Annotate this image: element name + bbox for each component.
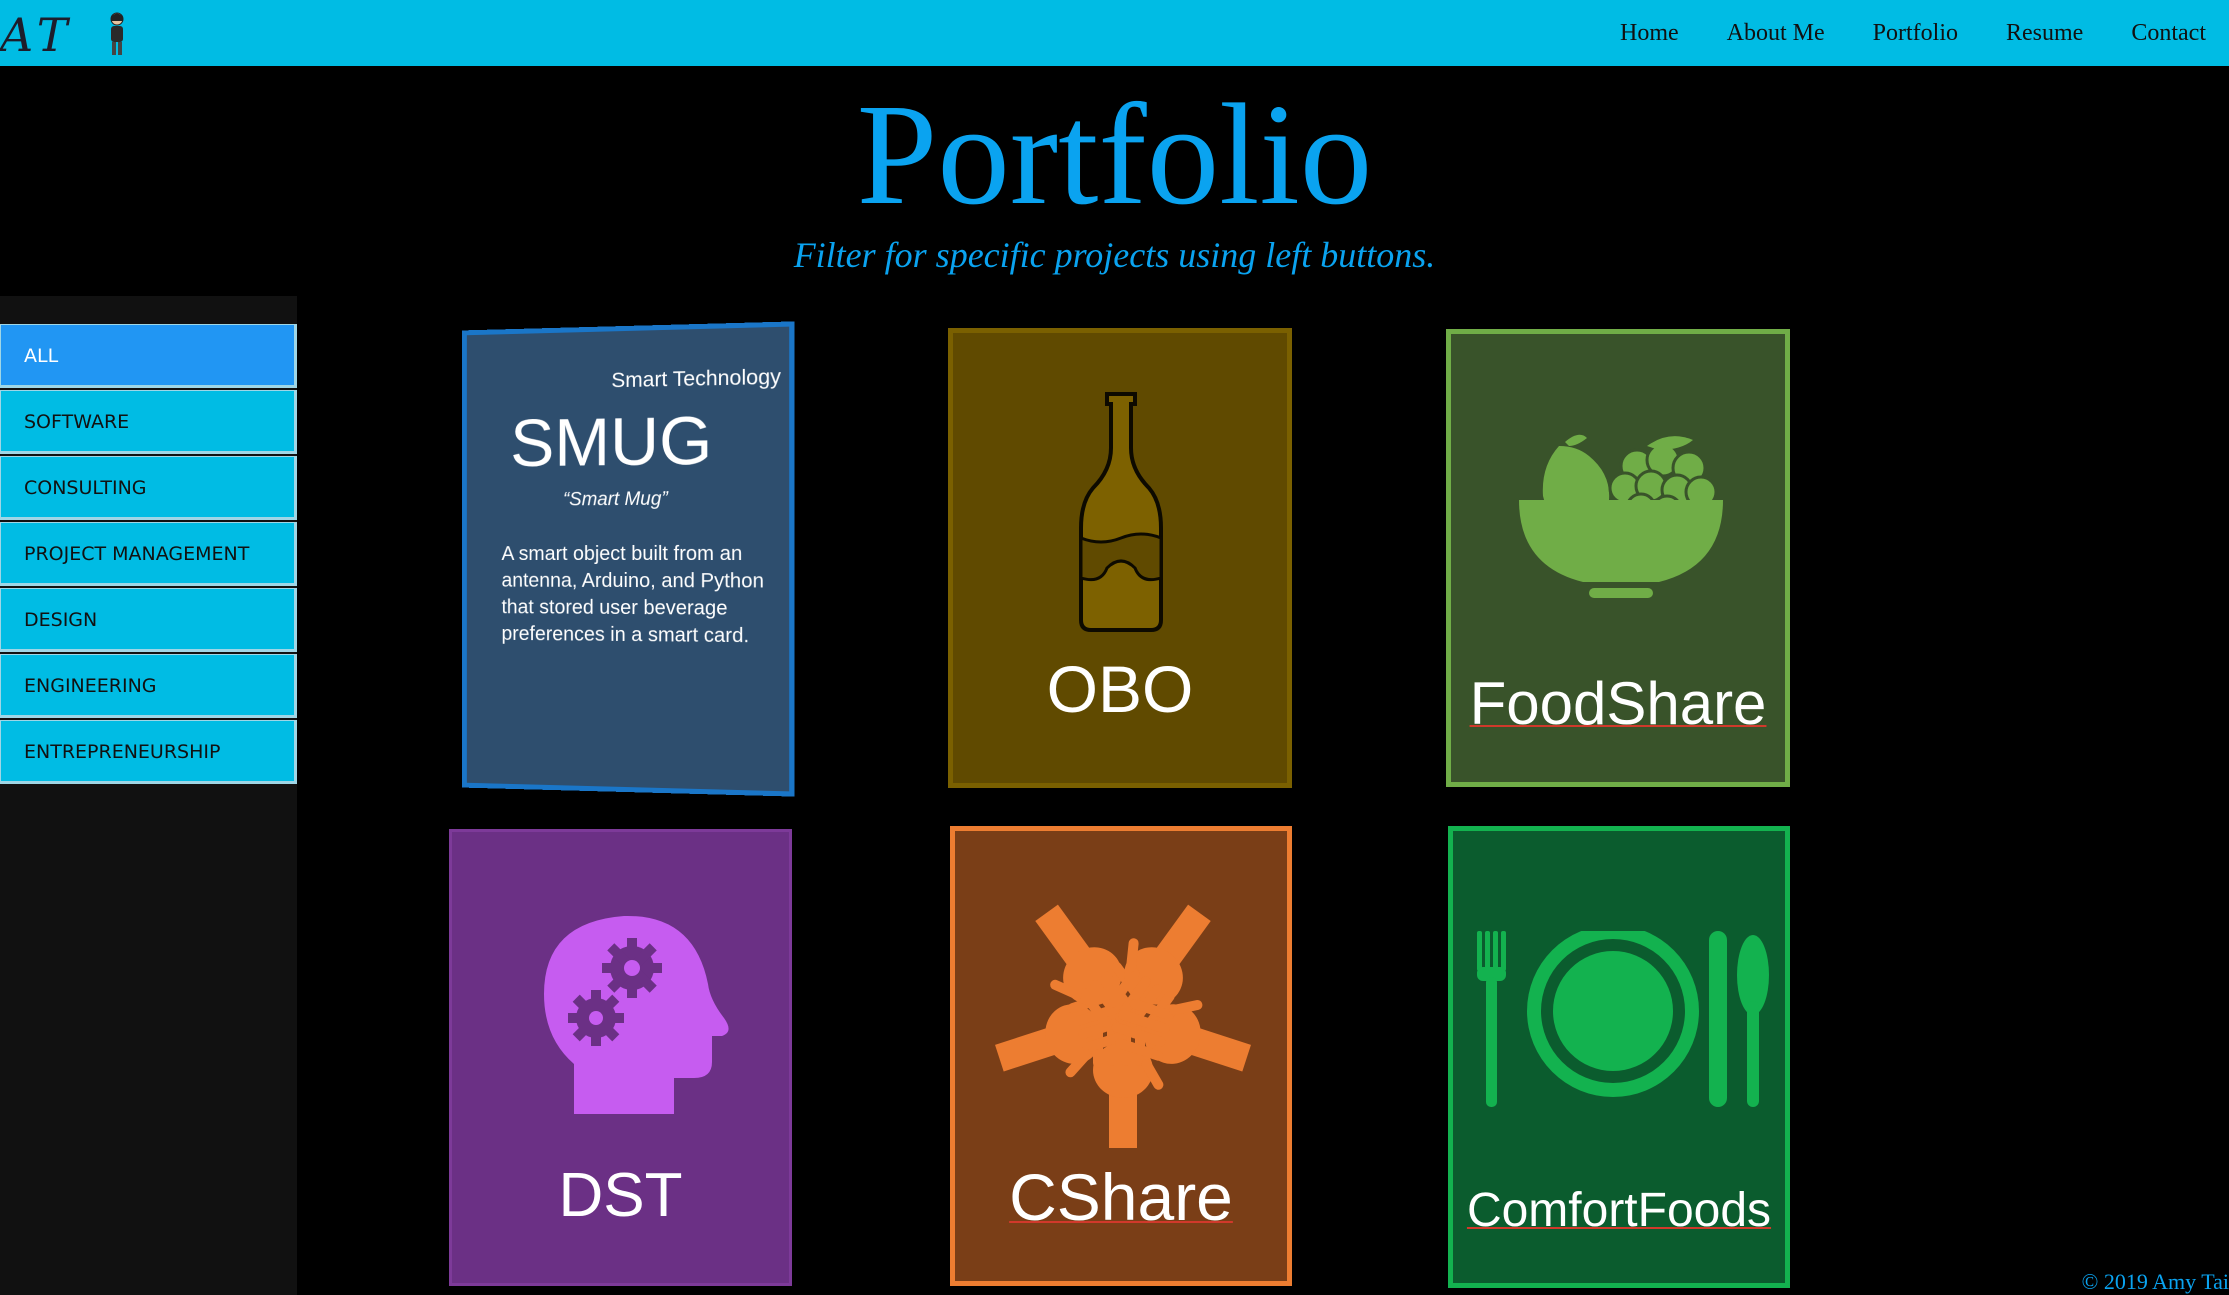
nav-home[interactable]: Home xyxy=(1620,20,1679,47)
page-title: Portfolio xyxy=(856,75,1373,235)
project-card-obo[interactable]: OBO xyxy=(948,328,1292,788)
project-card-smug[interactable]: Smart Technology SMUG “Smart Mug” A smar… xyxy=(462,321,795,797)
plate-utensils-icon xyxy=(1477,931,1769,1107)
project-card-dst[interactable]: DST xyxy=(449,829,792,1286)
filter-all-button[interactable]: ALL xyxy=(0,324,297,388)
project-nickname: “Smart Mug” xyxy=(562,488,668,511)
filter-project-management-button[interactable]: PROJECT MANAGEMENT xyxy=(0,522,297,586)
project-card-comfortfoods[interactable]: ComfortFoods xyxy=(1448,826,1790,1288)
filter-software-button[interactable]: SOFTWARE xyxy=(0,390,297,454)
project-category: Smart Technology xyxy=(611,365,781,393)
main-nav: Home About Me Portfolio Resume Contact xyxy=(1572,0,2206,66)
project-card-foodshare[interactable]: FoodShare xyxy=(1446,329,1790,787)
filter-engineering-button[interactable]: ENGINEERING xyxy=(0,654,297,718)
project-title: ComfortFoods xyxy=(1466,1184,1772,1237)
top-nav-bar: AT Home About Me Portfolio Resume Contac… xyxy=(0,0,2229,66)
filter-design-button[interactable]: DESIGN xyxy=(0,588,297,652)
filter-list: ALL SOFTWARE CONSULTING PROJECT MANAGEME… xyxy=(0,324,297,786)
nav-resume[interactable]: Resume xyxy=(2006,20,2083,47)
bottle-icon xyxy=(1079,392,1163,632)
fruit-bowl-icon xyxy=(1519,434,1723,598)
project-title: CShare xyxy=(1009,1160,1233,1234)
hands-circle-icon xyxy=(995,904,1251,1148)
copyright-footer: © 2019 Amy Tai xyxy=(2081,1269,2229,1294)
project-title: OBO xyxy=(1046,652,1194,726)
project-title: SMUG xyxy=(510,402,713,482)
filter-consulting-button[interactable]: CONSULTING xyxy=(0,456,297,520)
head-gears-icon xyxy=(544,915,729,1114)
project-card-cshare[interactable]: CShare xyxy=(950,826,1292,1286)
nav-portfolio[interactable]: Portfolio xyxy=(1873,20,1958,47)
nav-about-me[interactable]: About Me xyxy=(1727,20,1825,47)
project-title: FoodShare xyxy=(1469,670,1767,737)
filter-sidebar: ALL SOFTWARE CONSULTING PROJECT MANAGEME… xyxy=(0,296,297,1295)
avatar-figure-icon xyxy=(110,12,124,55)
nav-contact[interactable]: Contact xyxy=(2131,20,2206,47)
page-subtitle: Filter for specific projects using left … xyxy=(793,235,1436,275)
filter-entrepreneurship-button[interactable]: ENTREPRENEURSHIP xyxy=(0,720,297,784)
project-title: DST xyxy=(558,1161,683,1230)
project-description: A smart object built from an antenna, Ar… xyxy=(501,542,765,648)
logo-text: AT xyxy=(0,8,74,62)
